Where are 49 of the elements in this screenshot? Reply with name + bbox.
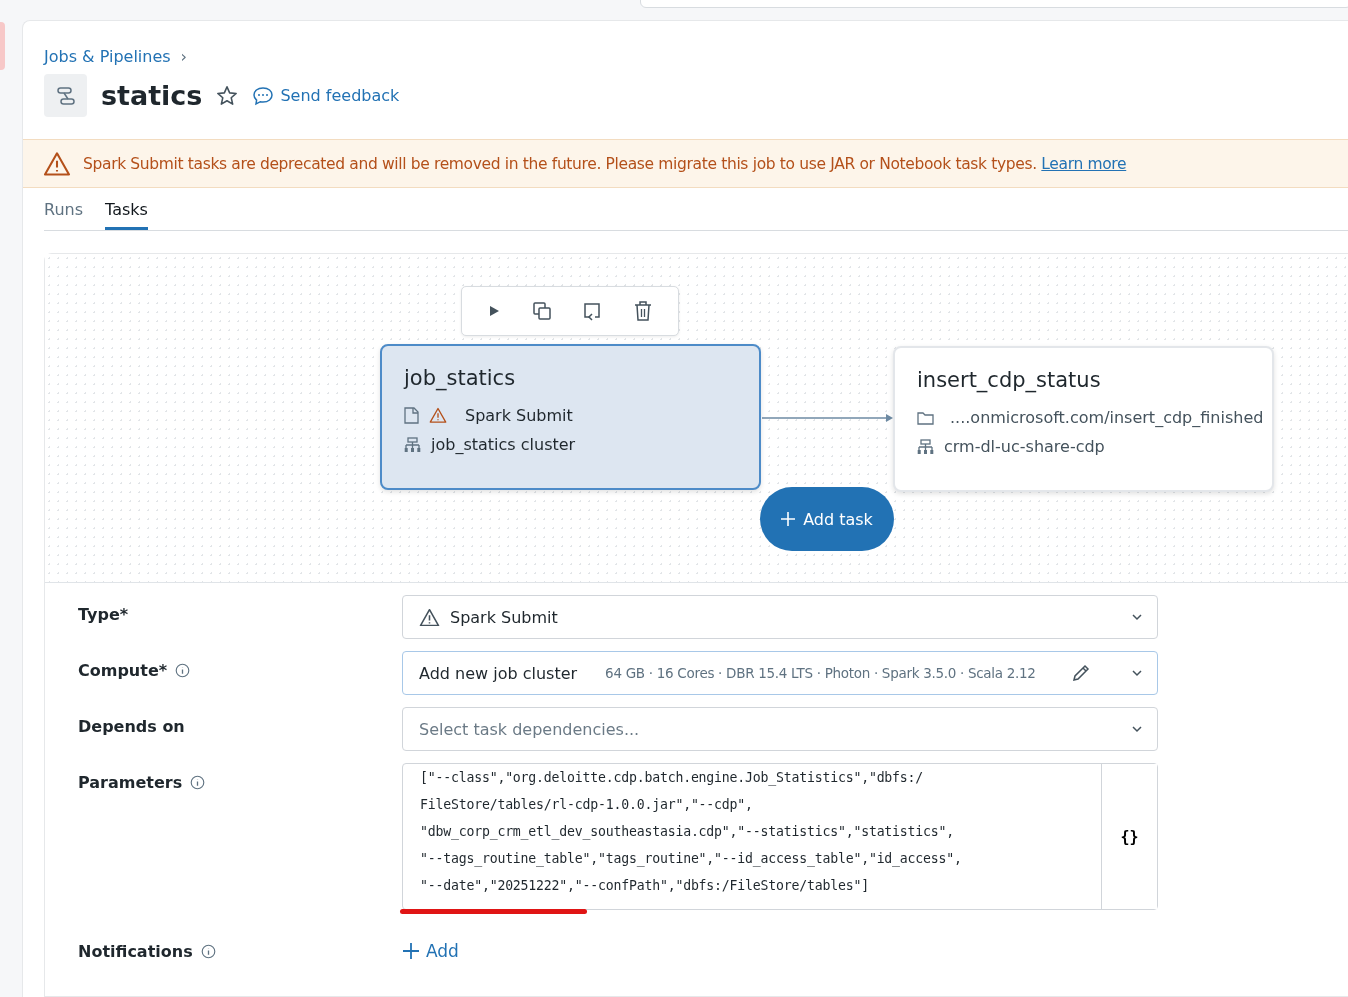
chat-icon (252, 85, 275, 106)
breadcrumb-link[interactable]: Jobs & Pipelines (44, 47, 171, 66)
type-select[interactable]: Spark Submit (402, 595, 1158, 639)
task-type: Spark Submit (465, 406, 573, 425)
file-icon (404, 407, 419, 424)
plus-icon (781, 512, 796, 526)
format-json-button[interactable]: {} (1101, 764, 1157, 909)
warning-icon (429, 407, 447, 424)
field-label: Depends on (78, 717, 185, 736)
pencil-icon[interactable] (1071, 663, 1091, 683)
info-icon[interactable] (175, 663, 191, 678)
dependencies-select[interactable]: Select task dependencies... (402, 707, 1158, 751)
copy-icon (531, 301, 552, 321)
cluster-icon (404, 436, 421, 453)
breadcrumb-separator: › (180, 47, 187, 66)
chevron-down-icon (1131, 725, 1143, 733)
cluster-icon (917, 438, 934, 455)
warning-icon (419, 607, 440, 627)
add-notification-link[interactable]: Add (402, 934, 1158, 961)
banner-message: Spark Submit tasks are deprecated and will be removed in the future. Please migrate this job to use JAR or Notebook task types. Learn more (83, 154, 1127, 173)
repeat-icon (582, 301, 603, 321)
info-icon[interactable] (200, 944, 216, 959)
job-title: statics (101, 80, 203, 111)
chevron-down-icon (1131, 669, 1143, 677)
field-label: Compute* (78, 661, 168, 680)
compute-select[interactable]: Add new job cluster 64 GB · 16 Cores · DBR 15.4 LTS · Photon · Spark 3.5.0 · Scala 2.12 (402, 651, 1158, 695)
task-compute: crm-dl-uc-share-cdp (944, 437, 1105, 456)
field-label: Parameters (78, 773, 183, 792)
job-icon (44, 74, 87, 117)
field-label: Type* (78, 605, 129, 624)
task-name: insert_cdp_status (917, 368, 1102, 392)
trash-icon (632, 300, 653, 322)
task-type: ....onmicrosoft.com/insert_cdp_finished (950, 408, 1264, 427)
plus-icon (402, 942, 420, 960)
chevron-down-icon (1131, 613, 1143, 621)
task-compute: job_statics cluster (431, 435, 576, 454)
field-label: Notifications (78, 942, 193, 961)
folder-icon (917, 410, 934, 425)
warning-icon (43, 150, 71, 177)
task-node[interactable]: insert_cdp_status ....onmicrosoft.com/insert_cdp_finished crm-dl-uc-share-cdp (893, 346, 1274, 492)
add-task-button[interactable]: Add task (760, 487, 894, 551)
feedback-link[interactable]: Send feedback (252, 85, 400, 106)
info-icon[interactable] (190, 775, 206, 790)
tab[interactable]: Tasks (105, 200, 148, 230)
task-node[interactable]: job_statics Spark Submit job_statics cluster (380, 344, 761, 490)
star-icon[interactable] (216, 84, 239, 107)
task-name: job_statics (404, 366, 517, 390)
learn-more-link[interactable]: Learn more (1041, 154, 1127, 173)
tab[interactable]: Runs (44, 200, 83, 230)
